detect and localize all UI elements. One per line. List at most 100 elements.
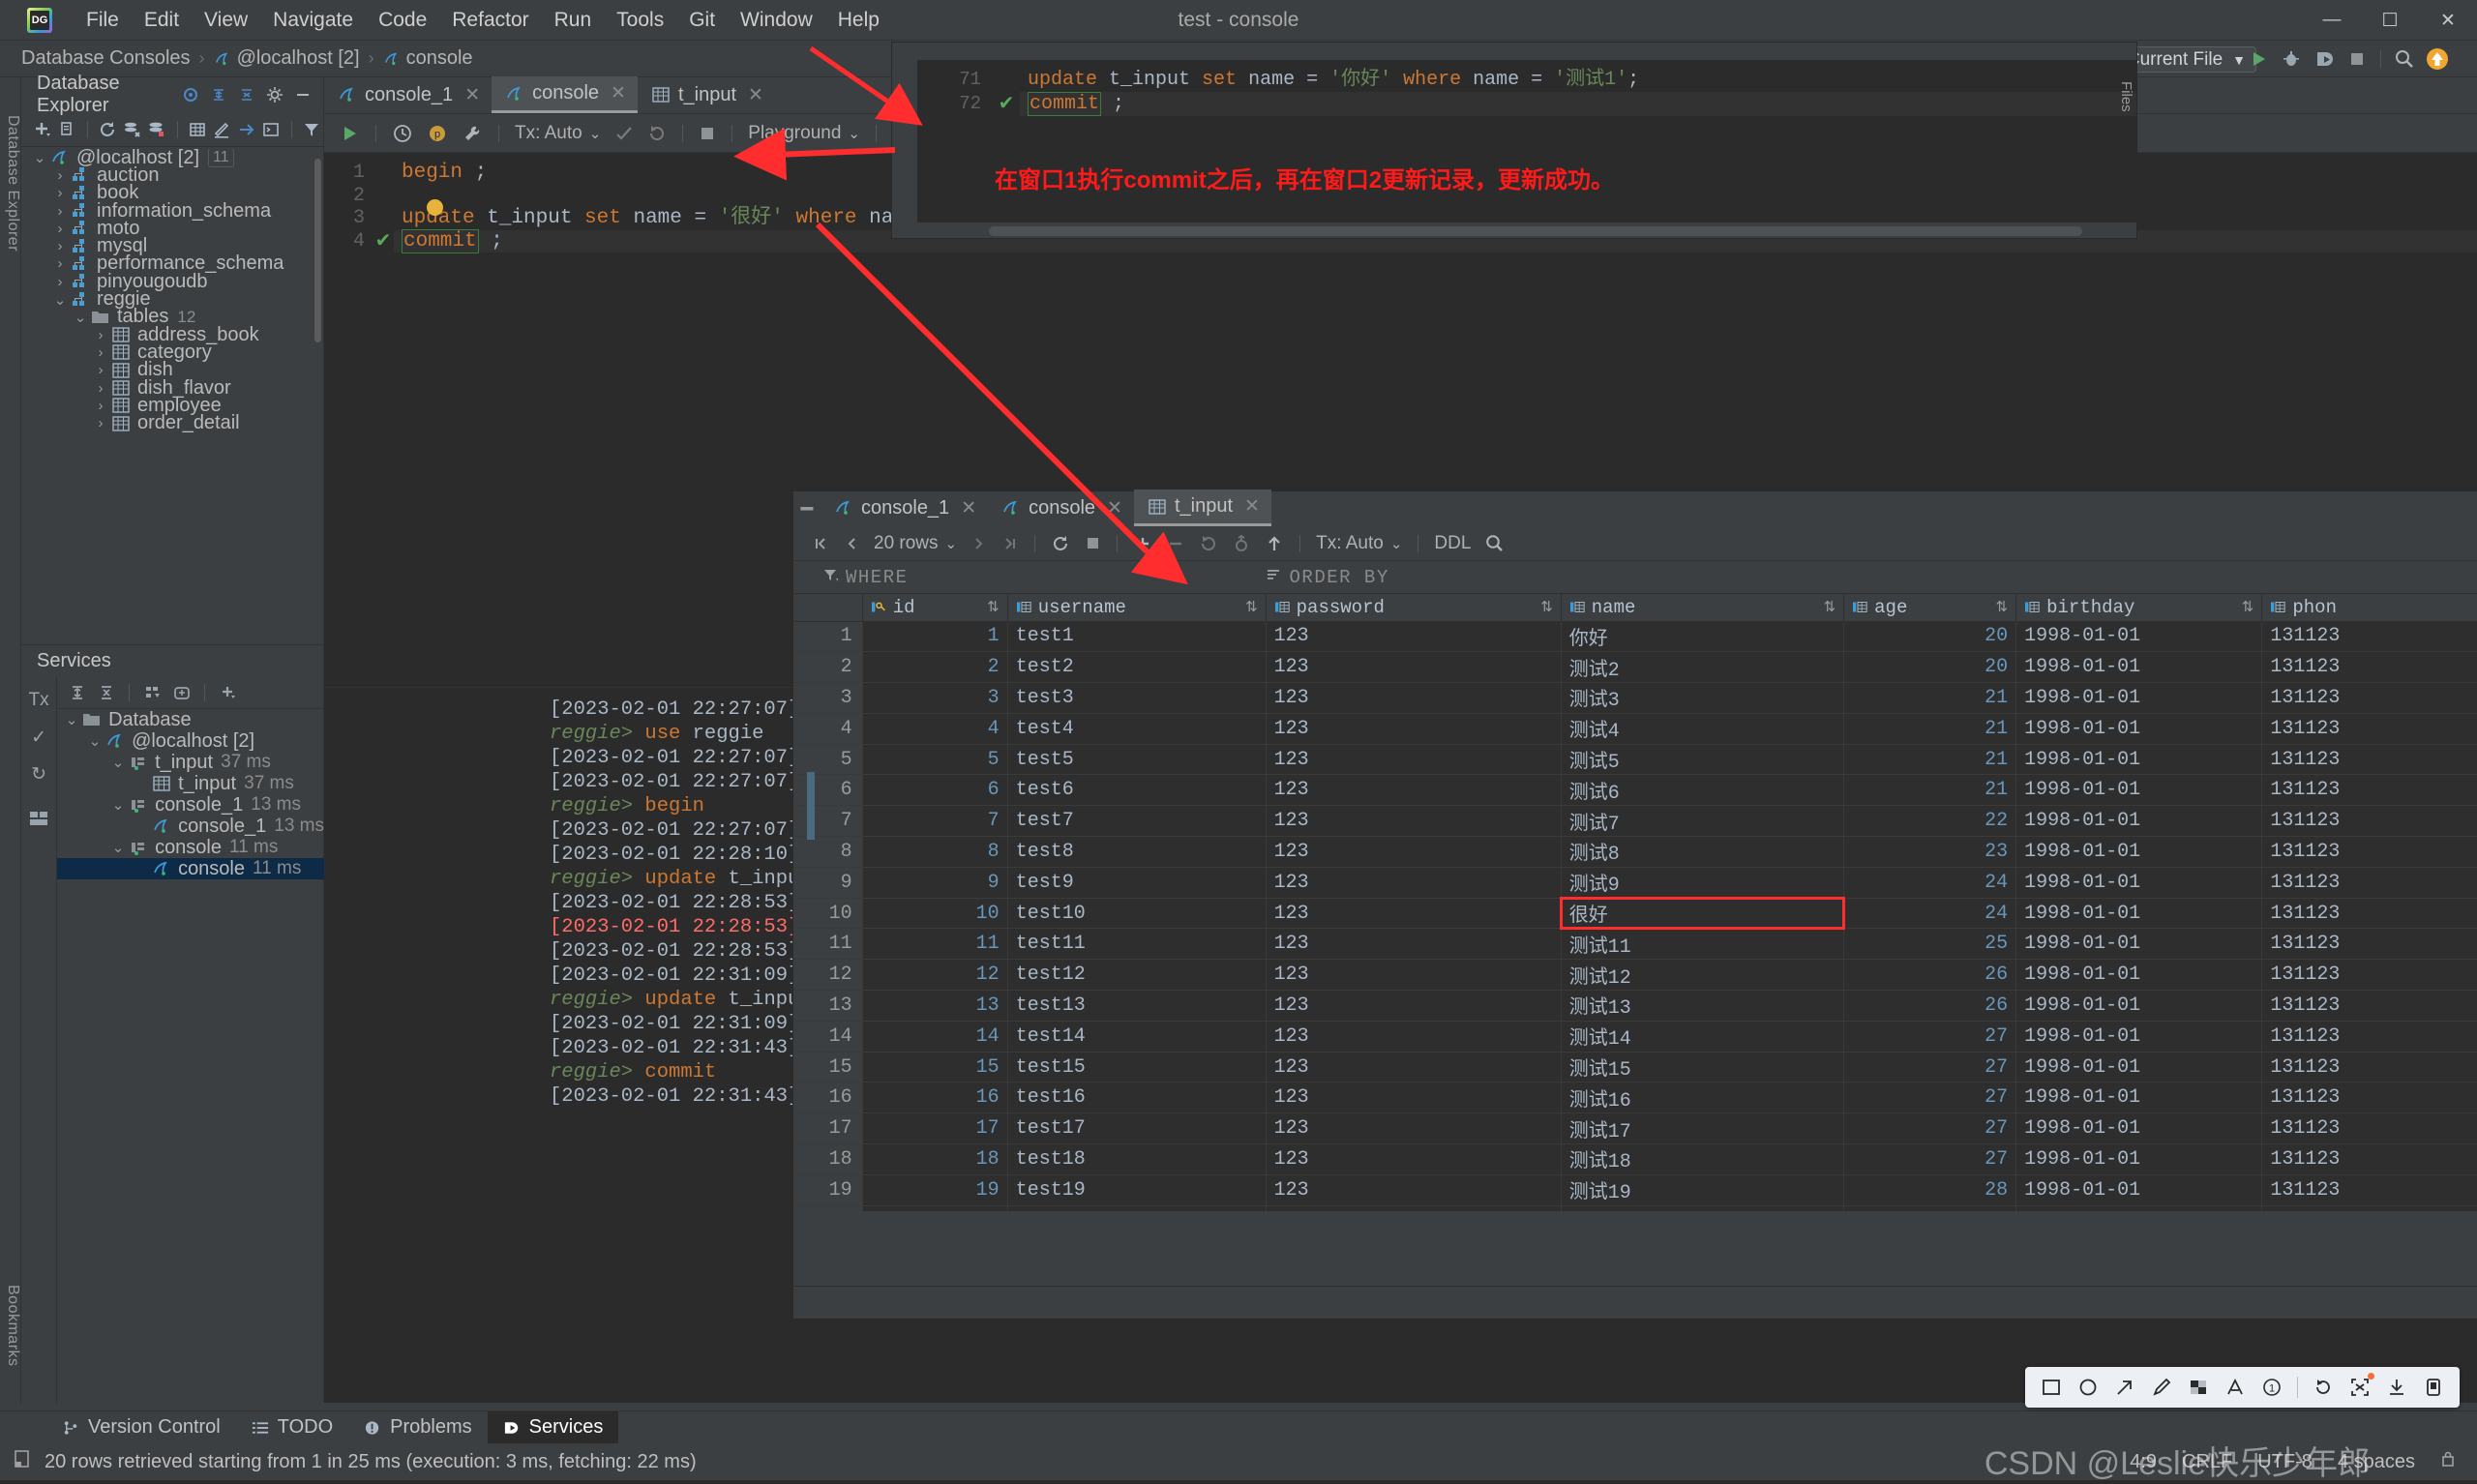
- column-header-username[interactable]: username ⇅: [1007, 594, 1267, 622]
- db-tree-node[interactable]: ⌄ @localhost [2] 11: [21, 149, 324, 168]
- commit-icon[interactable]: ✓: [21, 719, 56, 756]
- cell-username[interactable]: test6: [1007, 774, 1267, 807]
- close-icon[interactable]: ✕: [1107, 497, 1122, 519]
- cell-name[interactable]: 测试18: [1561, 1143, 1845, 1175]
- arrow-icon[interactable]: [2108, 1371, 2141, 1404]
- cell-password[interactable]: 123: [1266, 1021, 1562, 1053]
- cell-id[interactable]: 11: [862, 928, 1008, 961]
- grid-tx-mode-selector[interactable]: Tx: Auto ⌄: [1311, 530, 1407, 557]
- cell-username[interactable]: test1: [1007, 621, 1267, 653]
- cell-age[interactable]: 25: [1843, 928, 2017, 961]
- cell-name[interactable]: 测试17: [1561, 1113, 1845, 1145]
- cell-username[interactable]: test18: [1007, 1143, 1267, 1175]
- chevron-down-icon[interactable]: ⌄: [63, 711, 80, 728]
- chevron-down-icon[interactable]: ⌄: [109, 754, 127, 771]
- rollback-icon[interactable]: [642, 120, 671, 147]
- search-icon[interactable]: [1479, 530, 1509, 557]
- cell-phone[interactable]: 131123: [2261, 1052, 2477, 1083]
- add-icon[interactable]: [215, 679, 241, 705]
- cell-password[interactable]: 123: [1266, 1052, 1562, 1083]
- cell-password[interactable]: 123: [1266, 1143, 1562, 1175]
- cell-username[interactable]: test13: [1007, 990, 1267, 1022]
- sync-icon[interactable]: [121, 116, 143, 142]
- cell-age[interactable]: 20: [1843, 651, 2017, 684]
- db-tree-node[interactable]: › moto: [21, 218, 324, 239]
- close-icon[interactable]: ✕: [748, 84, 763, 106]
- cell-name[interactable]: 测试12: [1561, 959, 1845, 992]
- cell-password[interactable]: 123: [1266, 682, 1562, 714]
- rectangle-icon[interactable]: [2035, 1371, 2068, 1404]
- cell-id[interactable]: 4: [862, 713, 1008, 745]
- menu-item-run[interactable]: Run: [542, 0, 605, 41]
- cell-age[interactable]: 24: [1843, 867, 2017, 899]
- cell-id[interactable]: 9: [862, 867, 1008, 899]
- cell-id[interactable]: 10: [862, 898, 1008, 930]
- save-icon[interactable]: [2417, 1371, 2450, 1404]
- cell-age[interactable]: 28: [1843, 1174, 2017, 1206]
- stop-icon[interactable]: [1079, 530, 1106, 557]
- cell-password[interactable]: 123: [1266, 1174, 1562, 1206]
- cell-phone[interactable]: 131123: [2261, 928, 2477, 961]
- db-tree-node[interactable]: › order_detail: [21, 412, 324, 433]
- cell-birthday[interactable]: 1998-01-01: [2015, 1021, 2263, 1053]
- cell-password[interactable]: 123: [1266, 867, 1562, 899]
- cell-age[interactable]: 27: [1843, 1113, 2017, 1145]
- cell-name[interactable]: 测试20: [1561, 1205, 1845, 1211]
- result-table-container[interactable]: id ⇅ username ⇅ password ⇅ name ⇅ age ⇅ birthday ⇅ p…: [793, 594, 2477, 1211]
- column-header-id[interactable]: id ⇅: [862, 594, 1008, 622]
- cell-id[interactable]: 8: [862, 836, 1008, 868]
- collapse-all-icon[interactable]: [93, 679, 119, 705]
- strip-label-database-explorer[interactable]: Database Explorer: [0, 87, 21, 281]
- cell-birthday[interactable]: 1998-01-01: [2015, 1113, 2263, 1145]
- table-row[interactable]: 15 15 test15 123 测试15 27 1998-01-01 131123: [793, 1052, 2477, 1083]
- expand-all-icon[interactable]: [64, 679, 90, 705]
- cell-username[interactable]: test12: [1007, 959, 1267, 992]
- cell-password[interactable]: 123: [1266, 1113, 1562, 1145]
- code-line[interactable]: commit ;: [1020, 92, 2136, 116]
- cell-age[interactable]: 23: [1843, 836, 2017, 868]
- chevron-right-icon[interactable]: ›: [51, 221, 69, 237]
- cell-username[interactable]: test20: [1007, 1205, 1267, 1211]
- cell-birthday[interactable]: 1998-01-01: [2015, 805, 2263, 838]
- inset-code-area[interactable]: 71 72 ✔ update t_input set name = '你好' wh…: [917, 60, 2136, 223]
- menu-item-file[interactable]: File: [74, 0, 132, 41]
- cell-phone[interactable]: 131123: [2261, 1082, 2477, 1114]
- cell-name[interactable]: 你好: [1561, 621, 1845, 653]
- code-line[interactable]: update t_input set name = '你好' where nam…: [1020, 68, 2136, 92]
- debug-icon[interactable]: [2275, 41, 2308, 77]
- cell-age[interactable]: 21: [1843, 774, 2017, 807]
- cell-name[interactable]: 测试19: [1561, 1174, 1845, 1206]
- group-icon[interactable]: [139, 679, 165, 705]
- cell-phone[interactable]: 131123: [2261, 805, 2477, 838]
- service-tree-node[interactable]: t_input 37 ms: [57, 773, 324, 794]
- ddl-button[interactable]: DDL: [1429, 530, 1476, 557]
- cell-age[interactable]: 27: [1843, 1052, 2017, 1083]
- cell-username[interactable]: test2: [1007, 651, 1267, 684]
- chevron-right-icon[interactable]: ›: [92, 398, 109, 414]
- service-tree-node[interactable]: ⌄ t_input 37 ms: [57, 752, 324, 773]
- cell-name[interactable]: 测试2: [1561, 651, 1845, 684]
- table-row[interactable]: 6 6 test6 123 测试6 21 1998-01-01 131123: [793, 774, 2477, 807]
- schema-selector[interactable]: Playground ⌄: [743, 120, 865, 147]
- grid-scrollbar[interactable]: [807, 772, 815, 840]
- jump-icon[interactable]: [235, 116, 257, 142]
- cell-id[interactable]: 7: [862, 805, 1008, 838]
- add-frame-icon[interactable]: [168, 679, 194, 705]
- table-row[interactable]: 2 2 test2 123 测试2 20 1998-01-01 131123: [793, 651, 2477, 684]
- pen-icon[interactable]: [2145, 1371, 2178, 1404]
- refresh-icon[interactable]: [97, 116, 119, 142]
- table-row[interactable]: 12 12 test12 123 测试12 26 1998-01-01 131123: [793, 959, 2477, 992]
- chevron-right-icon[interactable]: ›: [51, 255, 69, 272]
- revert-selected-icon[interactable]: [1227, 530, 1256, 557]
- strip-label-files[interactable]: Files: [2115, 81, 2134, 112]
- service-tree-node[interactable]: ⌄ console_1 13 ms: [57, 794, 324, 816]
- close-icon[interactable]: ✕: [1244, 495, 1260, 518]
- cell-password[interactable]: 123: [1266, 928, 1562, 961]
- cell-age[interactable]: 20: [1843, 1205, 2017, 1211]
- revert-icon[interactable]: [1194, 530, 1223, 557]
- cell-birthday[interactable]: 1998-01-01: [2015, 990, 2263, 1022]
- cell-username[interactable]: test16: [1007, 1082, 1267, 1114]
- column-header-phon[interactable]: phon: [2261, 594, 2477, 622]
- cell-birthday[interactable]: 1998-01-01: [2015, 836, 2263, 868]
- cell-phone[interactable]: 131123: [2261, 713, 2477, 745]
